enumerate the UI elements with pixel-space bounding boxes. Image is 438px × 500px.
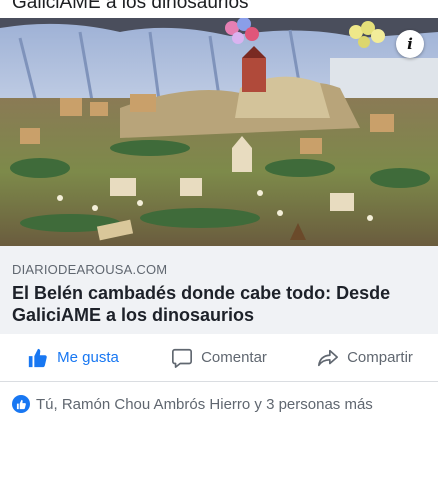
share-icon — [318, 349, 339, 366]
comment-icon — [172, 348, 193, 368]
share-button[interactable]: Compartir — [292, 334, 438, 381]
like-badge-icon — [12, 395, 30, 413]
comment-label: Comentar — [201, 349, 267, 366]
nativity-scene-image — [0, 18, 438, 246]
comment-button[interactable]: Comentar — [146, 334, 292, 381]
share-label: Compartir — [347, 349, 413, 366]
like-icon — [28, 348, 47, 367]
previous-title-cutoff: GaliciAME a los dinosaurios — [0, 0, 438, 18]
info-button[interactable]: i — [396, 30, 424, 58]
cut-title-text: GaliciAME a los dinosaurios — [12, 0, 249, 13]
post-photo[interactable] — [0, 18, 438, 246]
info-icon: i — [407, 35, 413, 53]
reaction-summary[interactable]: Tú, Ramón Chou Ambrós Hierro y 3 persona… — [12, 395, 373, 413]
action-bar: Me gusta Comentar Compartir — [0, 334, 438, 382]
like-label: Me gusta — [57, 349, 119, 366]
link-domain: DIARIODEAROUSA.COM — [12, 262, 168, 277]
link-preview[interactable]: DIARIODEAROUSA.COM El Belén cambadés don… — [0, 246, 438, 334]
reaction-names: Tú, Ramón Chou Ambrós Hierro y 3 persona… — [36, 395, 373, 413]
link-headline: El Belén cambadés donde cabe todo: Desde… — [12, 283, 391, 325]
like-button[interactable]: Me gusta — [0, 334, 146, 381]
